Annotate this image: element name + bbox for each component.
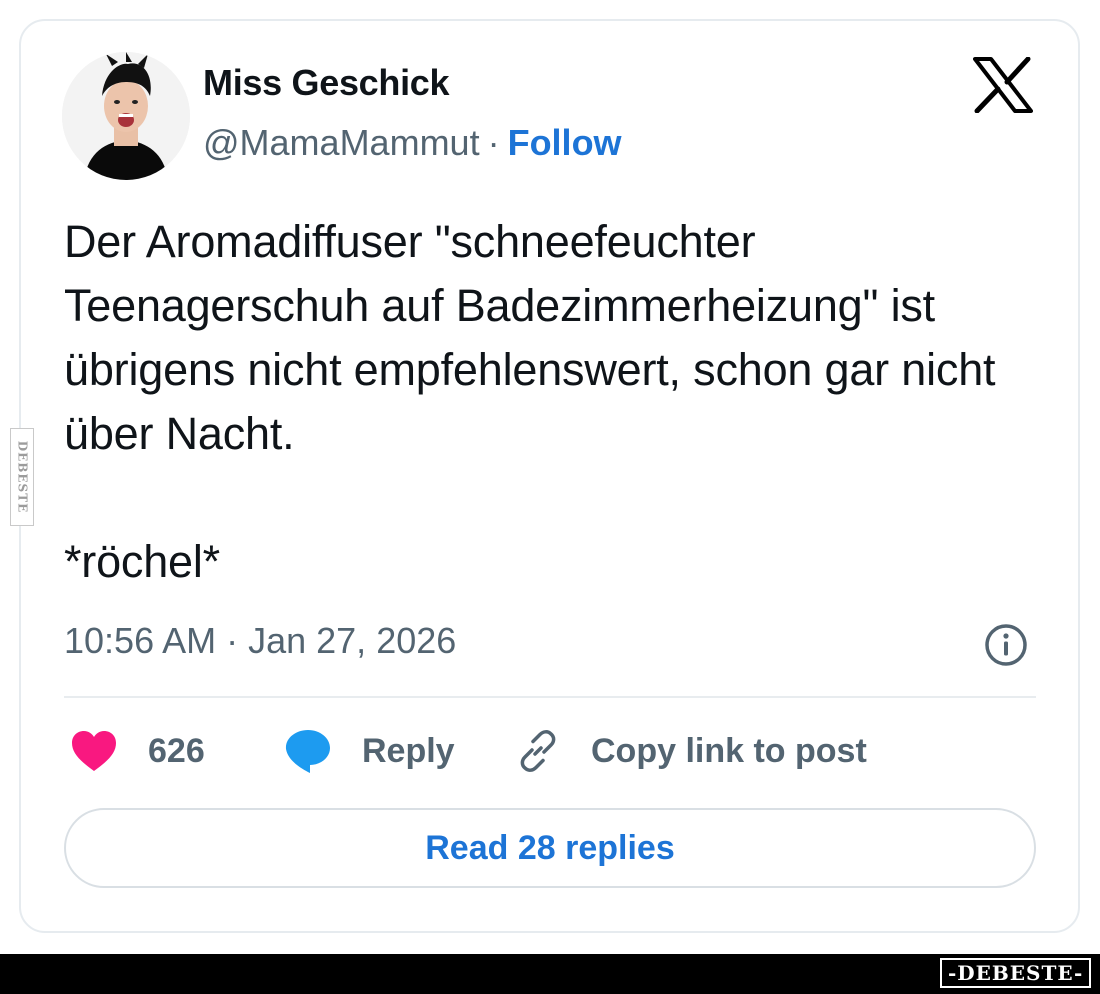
info-icon[interactable] bbox=[983, 622, 1029, 668]
heart-icon bbox=[70, 729, 118, 773]
side-watermark: DEBESTE bbox=[10, 428, 34, 526]
screenshot-root: Miss Geschick @MamaMammut · Follow Der Aro… bbox=[0, 0, 1100, 994]
follow-button[interactable]: Follow bbox=[508, 122, 622, 163]
footer-watermark-logo: -DEBESTE- bbox=[940, 958, 1092, 988]
handle-separator: · bbox=[487, 122, 500, 163]
read-replies-label: Read 28 replies bbox=[425, 828, 675, 867]
copy-link-button[interactable]: Copy link to post bbox=[515, 725, 867, 777]
author-avatar[interactable] bbox=[62, 52, 190, 180]
author-handle[interactable]: @MamaMammut bbox=[203, 122, 480, 163]
read-replies-button[interactable]: Read 28 replies bbox=[64, 808, 1036, 888]
author-handle-row: @MamaMammut · Follow bbox=[203, 122, 622, 164]
author-name[interactable]: Miss Geschick bbox=[203, 62, 450, 104]
like-button[interactable]: 626 bbox=[70, 725, 205, 777]
tweet-text: Der Aromadiffuser "schneefeuchter Teenag… bbox=[64, 216, 996, 587]
avatar-portrait-icon bbox=[62, 52, 190, 180]
link-icon bbox=[515, 728, 561, 774]
side-watermark-text: DEBESTE bbox=[15, 440, 29, 514]
like-count: 626 bbox=[148, 731, 205, 770]
copy-link-label: Copy link to post bbox=[591, 731, 867, 770]
reply-label: Reply bbox=[362, 731, 455, 770]
speech-bubble-icon bbox=[284, 727, 332, 775]
reply-button[interactable]: Reply bbox=[284, 725, 455, 777]
actions-divider bbox=[64, 696, 1036, 698]
footer-bar bbox=[0, 954, 1100, 994]
tweet-timestamp[interactable]: 10:56 AM · Jan 27, 2026 bbox=[64, 620, 456, 662]
x-logo-icon[interactable] bbox=[973, 56, 1033, 114]
